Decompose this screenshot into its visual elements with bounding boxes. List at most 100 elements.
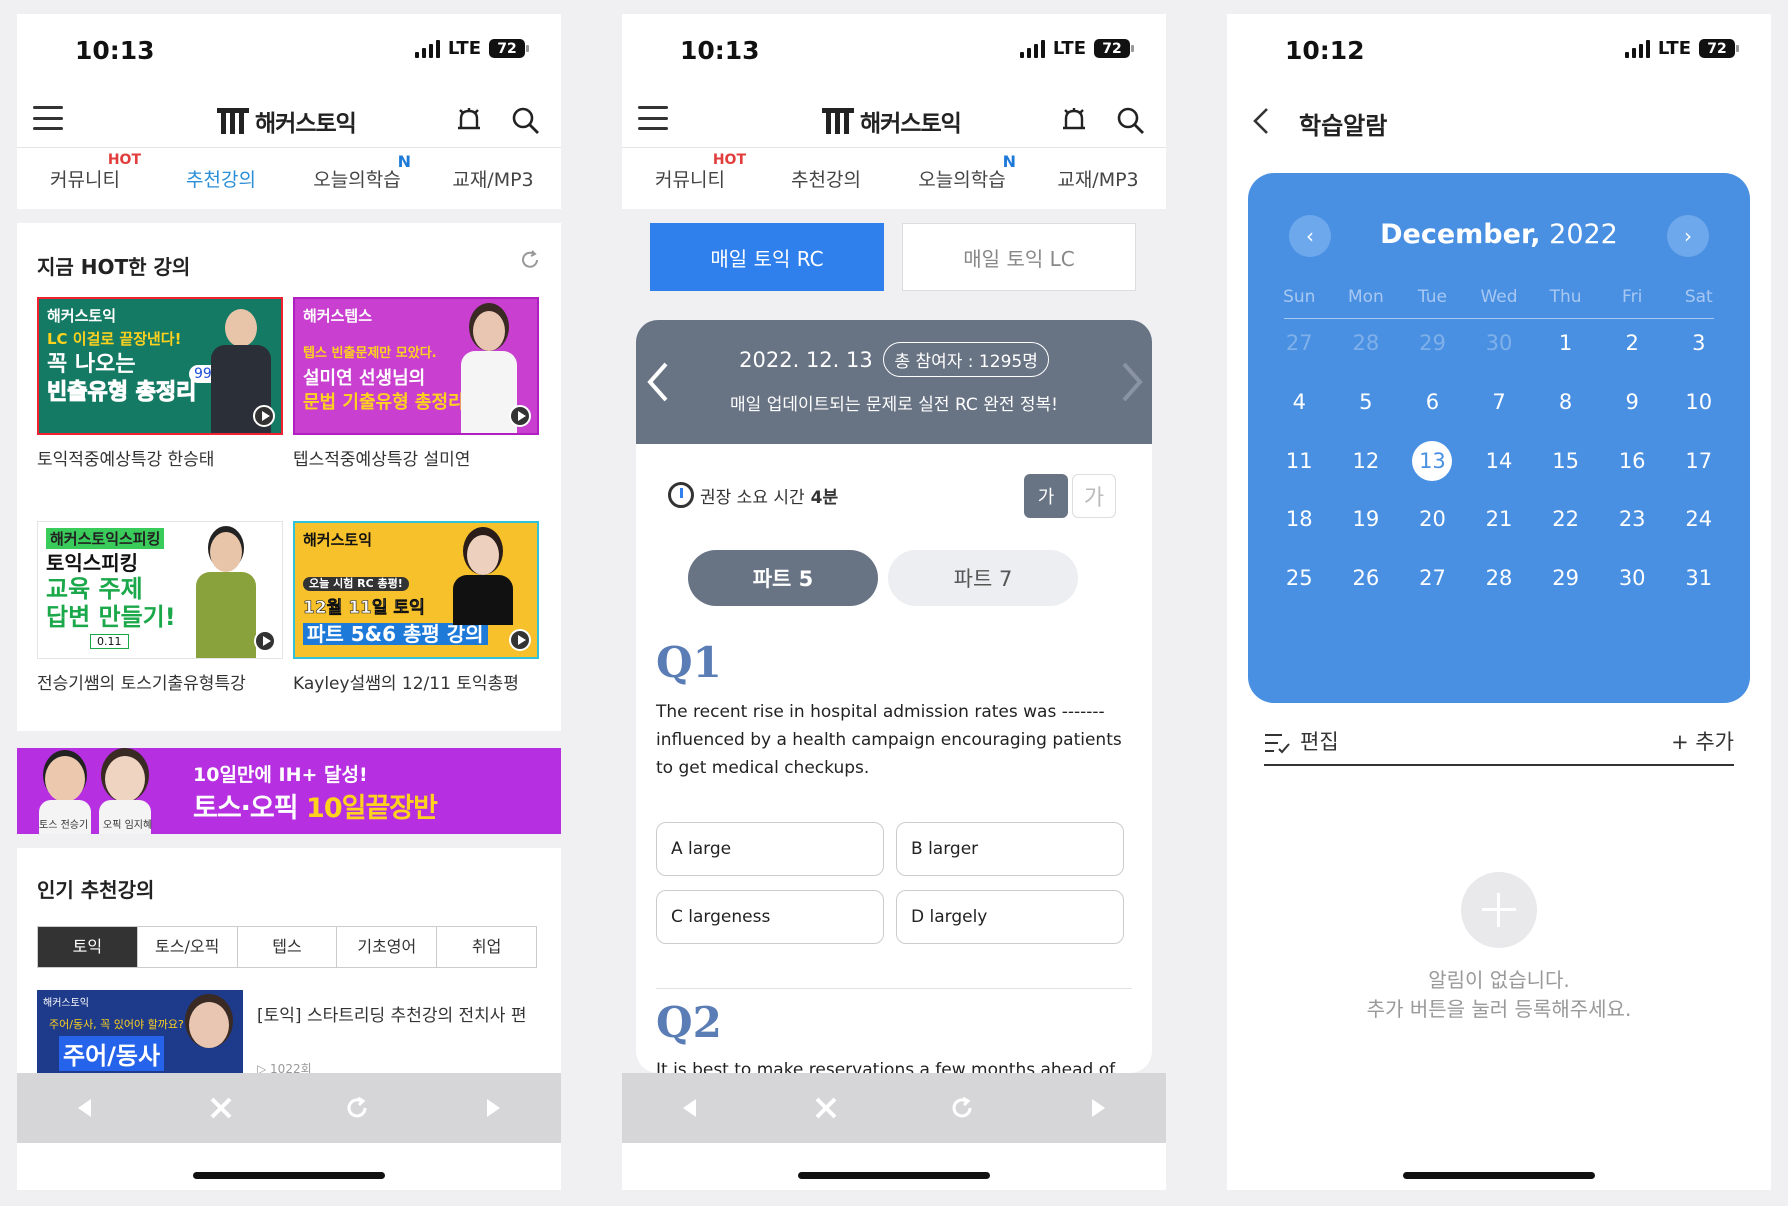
next-month-button[interactable]: ›: [1667, 215, 1709, 257]
calendar-day[interactable]: 8: [1532, 382, 1599, 422]
choice-d[interactable]: D largely: [896, 890, 1124, 944]
calendar-day[interactable]: 23: [1599, 499, 1666, 539]
forward-icon[interactable]: [479, 1094, 507, 1122]
calendar-day[interactable]: 5: [1333, 382, 1400, 422]
menu-icon[interactable]: [33, 106, 63, 130]
video-thumbnail[interactable]: 해커스토익 LC 이걸로 끝장낸다! 꼭 나오는 빈출유형 총정리 990: [37, 297, 283, 435]
tab-recommended[interactable]: 추천강의: [758, 149, 894, 209]
next-day-icon[interactable]: [1118, 358, 1146, 406]
calendar-day[interactable]: 17: [1665, 441, 1732, 481]
plus-icon[interactable]: [1461, 872, 1537, 948]
calendar-day[interactable]: 28: [1333, 323, 1400, 363]
calendar-day[interactable]: 9: [1599, 382, 1666, 422]
lecture-title[interactable]: [토익] 스타트리딩 추천강의 전치사 편: [257, 1004, 537, 1028]
calendar-day[interactable]: 22: [1532, 499, 1599, 539]
calendar-day[interactable]: 2: [1599, 323, 1666, 363]
video-thumbnail[interactable]: 해커스토익스피킹 토익스피킹 교육 주제 답변 만들기! 0.11: [37, 521, 283, 659]
part7-button[interactable]: 파트 7: [888, 550, 1078, 606]
choice-c[interactable]: C largeness: [656, 890, 884, 944]
calendar-day[interactable]: 18: [1266, 499, 1333, 539]
video-thumbnail[interactable]: 해커스토익 오늘 시험 RC 총평! 12월 11일 토익 파트 5&6 총평 …: [293, 521, 539, 659]
play-icon: [509, 405, 531, 427]
font-size-large-button[interactable]: 가: [1072, 474, 1116, 518]
calendar-day[interactable]: 29: [1532, 558, 1599, 598]
edit-button[interactable]: 편집: [1300, 726, 1339, 756]
browser-toolbar: [17, 1073, 561, 1143]
calendar-day[interactable]: 24: [1665, 499, 1732, 539]
tab-community[interactable]: 커뮤니티 HOT: [622, 149, 758, 209]
edit-list-icon[interactable]: [1264, 732, 1290, 754]
close-icon[interactable]: [207, 1094, 235, 1122]
calendar-day[interactable]: 6: [1399, 382, 1466, 422]
daily-rc-tab[interactable]: 매일 토익 RC: [650, 223, 884, 291]
tab-community[interactable]: 커뮤니티 HOT: [17, 149, 153, 209]
bell-icon[interactable]: [1060, 106, 1088, 134]
calendar-day[interactable]: 19: [1333, 499, 1400, 539]
tab-recommended[interactable]: 추천강의: [153, 149, 289, 209]
tab-books-mp3[interactable]: 교재/MP3: [425, 149, 561, 209]
calendar-day[interactable]: 31: [1665, 558, 1732, 598]
back-icon[interactable]: [1253, 107, 1269, 135]
choice-b[interactable]: B larger: [896, 822, 1124, 876]
refresh-icon[interactable]: [519, 249, 541, 271]
calendar-day[interactable]: 7: [1466, 382, 1533, 422]
calendar-day[interactable]: 3: [1665, 323, 1732, 363]
category-tab-speaking[interactable]: 토스/오픽: [138, 927, 238, 967]
calendar-day[interactable]: 20: [1399, 499, 1466, 539]
app-logo[interactable]: 해커스토익: [822, 104, 962, 138]
tab-books-mp3[interactable]: 교재/MP3: [1030, 149, 1166, 209]
search-icon[interactable]: [511, 106, 541, 136]
category-tab-jobs[interactable]: 취업: [437, 927, 536, 967]
video-caption[interactable]: 텝스적중예상특강 설미연: [293, 445, 470, 470]
calendar-day[interactable]: 27: [1266, 323, 1333, 363]
calendar-day[interactable]: 15: [1532, 441, 1599, 481]
category-tab-basic-english[interactable]: 기초영어: [337, 927, 438, 967]
add-button[interactable]: + 추가: [1671, 726, 1734, 756]
calendar-day[interactable]: 16: [1599, 441, 1666, 481]
calendar-day[interactable]: 28: [1466, 558, 1533, 598]
bell-icon[interactable]: [455, 106, 483, 134]
prev-day-icon[interactable]: [644, 358, 672, 406]
calendar-day[interactable]: 30: [1466, 323, 1533, 363]
calendar-day-today[interactable]: 13: [1399, 441, 1466, 481]
app-logo[interactable]: 해커스토익: [217, 104, 357, 138]
search-icon[interactable]: [1116, 106, 1146, 136]
close-icon[interactable]: [812, 1094, 840, 1122]
calendar-day[interactable]: 10: [1665, 382, 1732, 422]
video-caption[interactable]: 토익적중예상특강 한승태: [37, 445, 214, 470]
calendar-day[interactable]: 25: [1266, 558, 1333, 598]
back-icon[interactable]: [676, 1094, 704, 1122]
calendar-day[interactable]: 11: [1266, 441, 1333, 481]
weekday-label: Tue: [1417, 287, 1447, 307]
calendar-day[interactable]: 30: [1599, 558, 1666, 598]
calendar-day[interactable]: 26: [1333, 558, 1400, 598]
font-size-small-button[interactable]: 가: [1024, 474, 1068, 518]
video-thumbnail[interactable]: 해커스텝스 텝스 빈출문제만 모았다. 설미연 선생님의 문법 기출유형 총정리…: [293, 297, 539, 435]
app-name: 해커스토익: [255, 111, 357, 137]
reload-icon[interactable]: [948, 1094, 976, 1122]
calendar-day[interactable]: 14: [1466, 441, 1533, 481]
tab-today-study[interactable]: 오늘의학습 N: [894, 149, 1030, 209]
category-tab-toeic[interactable]: 토익: [38, 927, 138, 967]
calendar-day[interactable]: 29: [1399, 323, 1466, 363]
category-tab-teps[interactable]: 텝스: [238, 927, 338, 967]
section-title: 인기 추천강의: [37, 878, 155, 902]
calendar-day[interactable]: 4: [1266, 382, 1333, 422]
lecture-thumbnail[interactable]: 해커스토익 주어/동사, 꼭 있어야 할까요? 주어/동사: [37, 990, 243, 1073]
calendar-day[interactable]: 1: [1532, 323, 1599, 363]
promo-banner[interactable]: 토스 전승기 오픽 임지혜 10일만에 IH+ 달성! 토스·오픽 10일끝장반: [17, 748, 561, 834]
video-caption[interactable]: Kayley설쌤의 12/11 토익총평: [293, 669, 519, 694]
daily-lc-tab[interactable]: 매일 토익 LC: [902, 223, 1136, 291]
tab-today-study[interactable]: 오늘의학습 N: [289, 149, 425, 209]
calendar-day[interactable]: 21: [1466, 499, 1533, 539]
back-icon[interactable]: [71, 1094, 99, 1122]
thumb-brand: 해커스토익: [303, 531, 373, 549]
choice-a[interactable]: A large: [656, 822, 884, 876]
calendar-day[interactable]: 12: [1333, 441, 1400, 481]
calendar-day[interactable]: 27: [1399, 558, 1466, 598]
reload-icon[interactable]: [343, 1094, 371, 1122]
menu-icon[interactable]: [638, 106, 668, 130]
video-caption[interactable]: 전승기쌤의 토스기출유형특강: [37, 669, 246, 694]
part5-button[interactable]: 파트 5: [688, 550, 878, 606]
forward-icon[interactable]: [1084, 1094, 1112, 1122]
